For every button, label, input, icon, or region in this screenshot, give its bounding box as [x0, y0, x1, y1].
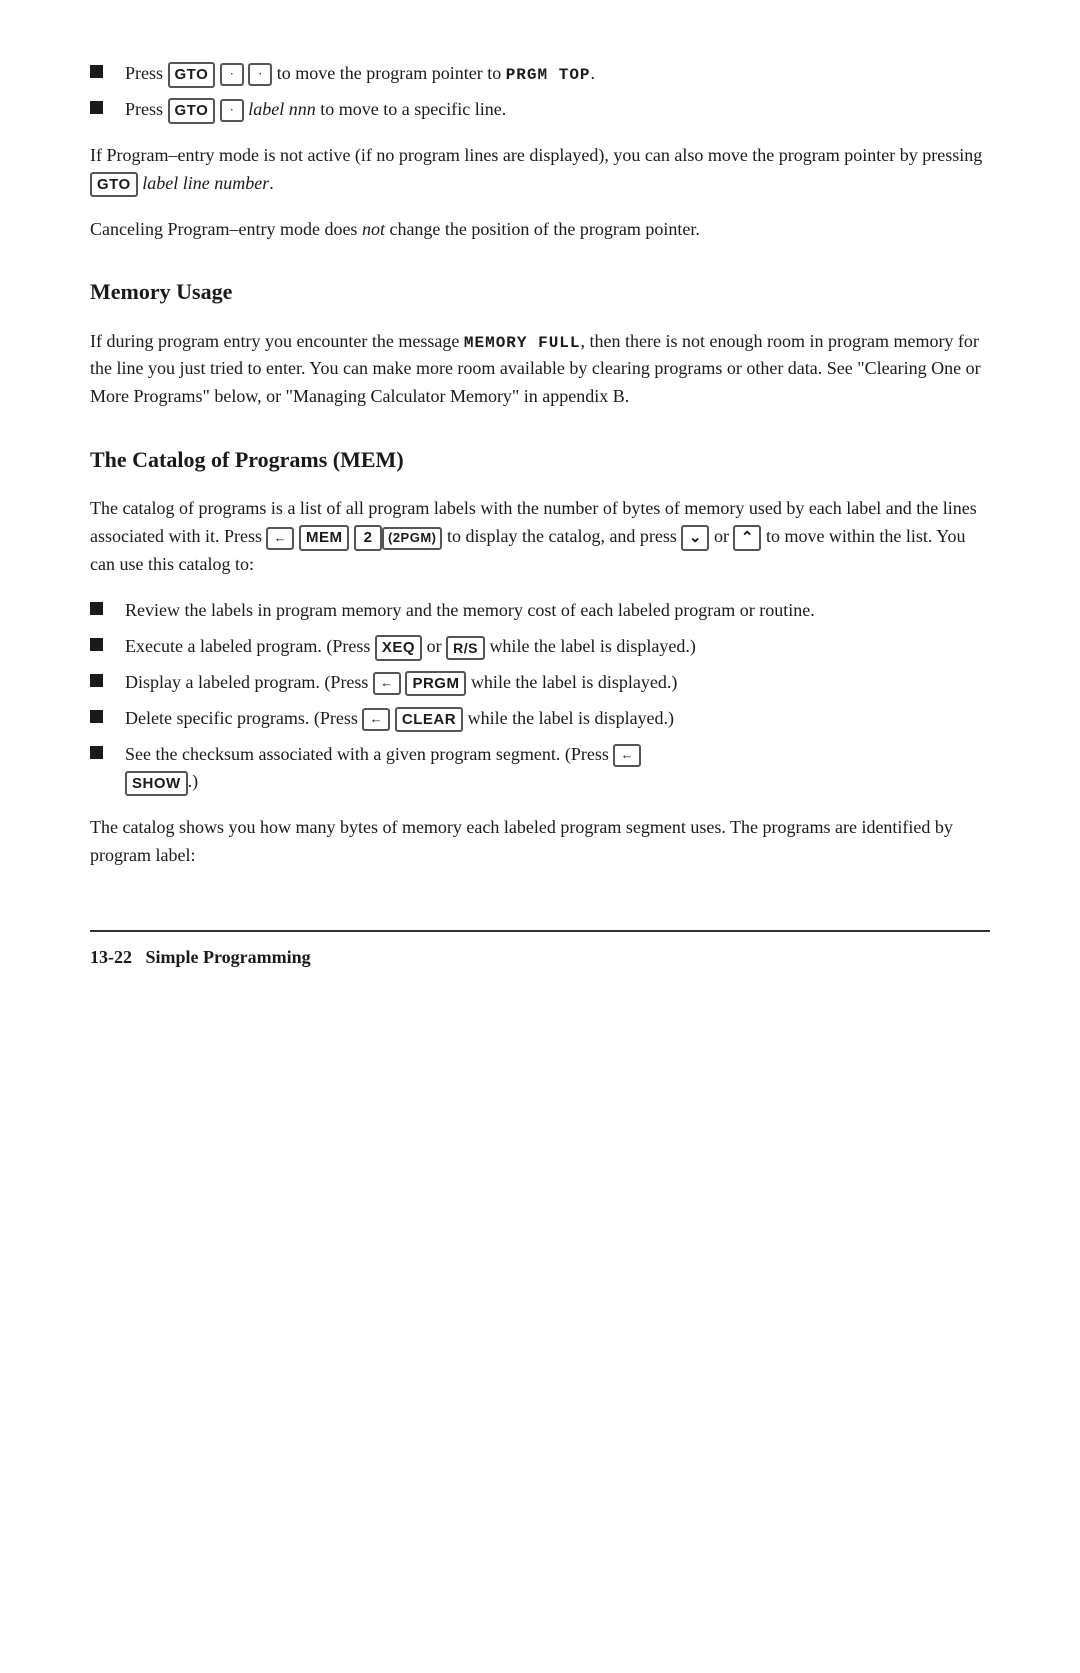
catalog-bullet-list: Review the labels in program memory and … — [90, 597, 990, 796]
mono-prgm-top: PRGM TOP — [506, 66, 591, 84]
key-prgm: PRGM — [405, 671, 466, 697]
bullet-content-1: Press GTO · · to move the program pointe… — [125, 60, 990, 88]
paragraph-catalog-footer: The catalog shows you how many bytes of … — [90, 814, 990, 870]
bullet-square-c3 — [90, 674, 103, 687]
key-2pgm: (2PGM) — [382, 527, 443, 550]
heading-catalog: The Catalog of Programs (MEM) — [90, 443, 990, 477]
key-xeq: XEQ — [375, 635, 422, 661]
catalog-bullet-content-5: See the checksum associated with a given… — [125, 741, 990, 797]
catalog-bullet-content-3: Display a labeled program. (Press ← PRGM… — [125, 669, 990, 697]
key-dot-3: · — [220, 99, 244, 122]
catalog-bullet-3: Display a labeled program. (Press ← PRGM… — [90, 669, 990, 697]
paragraph-catalog-intro: The catalog of programs is a list of all… — [90, 495, 990, 579]
bullet-square-c2 — [90, 638, 103, 651]
bullet-item-1: Press GTO · · to move the program pointe… — [90, 60, 990, 88]
key-dot-1: · — [220, 63, 244, 86]
top-bullet-list: Press GTO · · to move the program pointe… — [90, 60, 990, 124]
key-gto-1: GTO — [168, 62, 216, 88]
key-clear: CLEAR — [395, 707, 463, 733]
key-gto-2: GTO — [168, 98, 216, 124]
key-gto-3: GTO — [90, 172, 138, 198]
bullet-item-2: Press GTO · label nnn to move to a speci… — [90, 96, 990, 124]
key-down: ⌄ — [681, 525, 709, 551]
paragraph-memory-usage: If during program entry you encounter th… — [90, 328, 990, 412]
key-2: 2 — [354, 525, 382, 551]
key-up: ⌃ — [733, 525, 761, 551]
bullet-content-2: Press GTO · label nnn to move to a speci… — [125, 96, 990, 124]
mono-memory-full: MEMORY FULL — [464, 334, 581, 352]
footer-title: Simple Programming — [146, 947, 311, 967]
key-show: SHOW — [125, 771, 188, 797]
page-footer: 13-22 Simple Programming — [90, 930, 990, 972]
catalog-bullet-1: Review the labels in program memory and … — [90, 597, 990, 625]
catalog-bullet-content-1: Review the labels in program memory and … — [125, 597, 990, 625]
key-shift-left-4: ← — [613, 744, 641, 767]
key-shift-left: ← — [266, 527, 294, 550]
bullet-square-c5 — [90, 746, 103, 759]
page-number: 13-22 — [90, 947, 132, 967]
key-shift-left-2: ← — [373, 672, 401, 695]
heading-memory-usage: Memory Usage — [90, 275, 990, 309]
text-not: not — [362, 219, 385, 239]
text-label-line-number: label line number — [142, 173, 269, 193]
catalog-bullet-2: Execute a labeled program. (Press XEQ or… — [90, 633, 990, 661]
bullet-square-c4 — [90, 710, 103, 723]
key-shift-left-3: ← — [362, 708, 390, 731]
key-dot-2: · — [248, 63, 272, 86]
text-label-nnn: label nnn — [248, 99, 316, 119]
catalog-bullet-4: Delete specific programs. (Press ← CLEAR… — [90, 705, 990, 733]
paragraph-2: Canceling Program–entry mode does not ch… — [90, 216, 990, 244]
catalog-bullet-content-2: Execute a labeled program. (Press XEQ or… — [125, 633, 990, 661]
bullet-square-2 — [90, 101, 103, 114]
key-rs: R/S — [446, 636, 485, 660]
bullet-square-c1 — [90, 602, 103, 615]
paragraph-1: If Program–entry mode is not active (if … — [90, 142, 990, 198]
catalog-bullet-content-4: Delete specific programs. (Press ← CLEAR… — [125, 705, 990, 733]
bullet-square-1 — [90, 65, 103, 78]
catalog-bullet-5: See the checksum associated with a given… — [90, 741, 990, 797]
key-mem: MEM — [299, 525, 350, 551]
